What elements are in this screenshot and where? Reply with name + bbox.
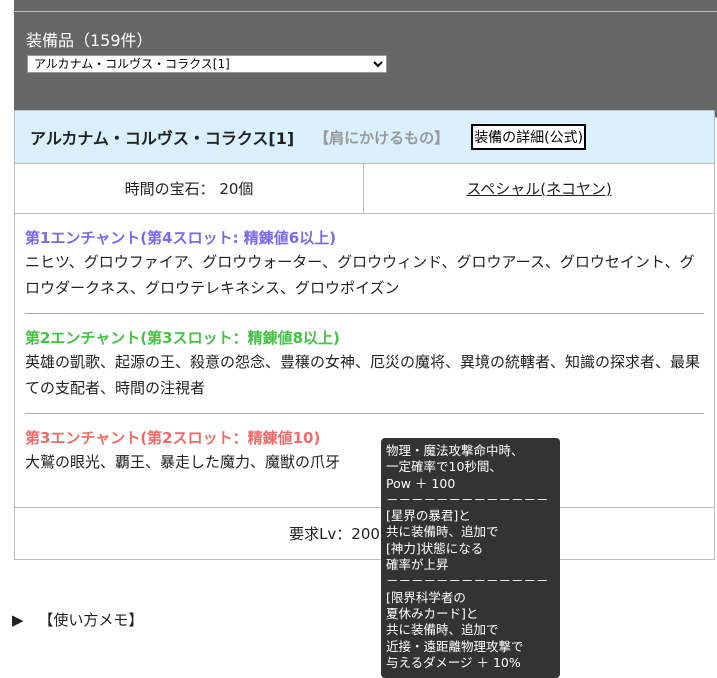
enchant-title: 第1エンチャント(第4スロット: 精錬値6以上) <box>25 229 337 247</box>
equipment-select[interactable]: アルカナム・コルヴス・コラクス[1] <box>27 55 387 73</box>
effect-tooltip: 物理・魔法攻撃命中時、 一定確率で10秒間、 Pow ＋ 100 －－－－－－－… <box>381 438 560 678</box>
equipment-name: アルカナム・コルヴス・コラクス[1] <box>30 129 295 148</box>
enchant-options: ニヒツ、グロウファイア、グロウウォーター、グロウウィンド、グロウアース、グロウセ… <box>25 253 695 297</box>
usage-memo-toggle[interactable]: ▶ 【使い方メモ】 <box>12 609 143 630</box>
official-detail-button[interactable]: 装備の詳細(公式) <box>471 124 587 150</box>
enchant-options: 大鷲の眼光、覇王、暴走した魔力、魔獣の爪牙 <box>25 453 341 471</box>
enchant-1: 第1エンチャント(第4スロット: 精錬値6以上) ニヒツ、グロウファイア、グロウ… <box>25 214 704 314</box>
disclosure-triangle-icon: ▶ <box>12 611 24 629</box>
cost-text: 時間の宝石： 20個 <box>15 164 364 213</box>
divider <box>14 11 717 12</box>
enchant-2: 第2エンチャント(第3スロット：精錬値8以上) 英雄の凱歌、起源の王、殺意の怨念… <box>25 314 704 414</box>
equipment-card: アルカナム・コルヴス・コラクス[1] 【肩にかけるもの】 装備の詳細(公式) 時… <box>14 110 715 560</box>
enchant-list: 第1エンチャント(第4スロット: 精錬値6以上) ニヒツ、グロウファイア、グロウ… <box>15 214 714 487</box>
requirement-footer: 要求Lv：200 装備： <box>15 507 714 559</box>
equipment-slot: 【肩にかけるもの】 <box>314 128 450 147</box>
card-header: アルカナム・コルヴス・コラクス[1] 【肩にかけるもの】 装備の詳細(公式) <box>15 111 714 164</box>
source-link[interactable]: スペシャル(ネコヤン) <box>466 178 611 199</box>
cost-row: 時間の宝石： 20個 スペシャル(ネコヤン) <box>15 164 714 214</box>
enchant-3: 第3エンチャント(第2スロット：精錬値10) 大鷲の眼光、覇王、暴走した魔力、魔… <box>25 414 704 487</box>
enchant-title: 第3エンチャント(第2スロット：精錬値10) <box>25 429 321 447</box>
equipment-count: 装備品（159件） <box>26 31 153 50</box>
enchant-title: 第2エンチャント(第3スロット：精錬値8以上) <box>25 329 340 347</box>
equipment-selector-panel: 装備品（159件） アルカナム・コルヴス・コラクス[1] <box>14 0 717 118</box>
memo-label: 【使い方メモ】 <box>38 611 144 629</box>
enchant-options: 英雄の凱歌、起源の王、殺意の怨念、豊穣の女神、厄災の魔将、異境の統轄者、知識の探… <box>25 353 701 397</box>
